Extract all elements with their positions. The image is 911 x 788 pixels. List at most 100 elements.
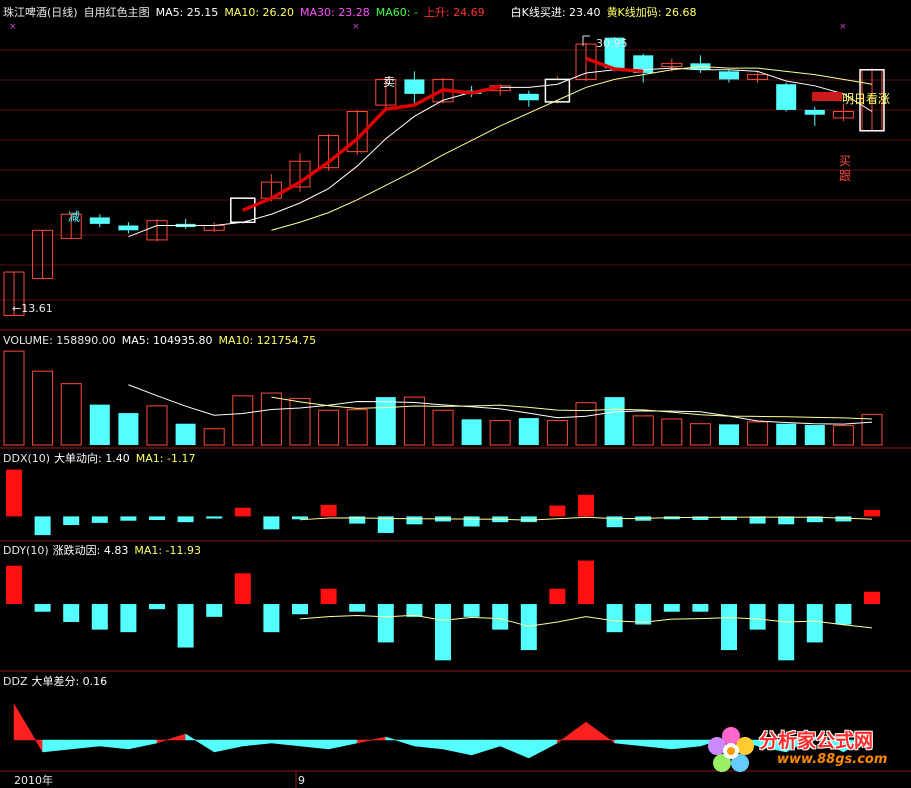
candle-body	[776, 84, 797, 110]
volume-bar	[432, 409, 454, 446]
marker-x: ×	[9, 22, 17, 32]
ddy-bar	[606, 604, 623, 633]
candle	[175, 219, 196, 229]
ddy-bar	[34, 604, 51, 612]
volume-bar	[804, 424, 825, 445]
ddx-bar	[463, 516, 480, 527]
volume-bar	[518, 418, 539, 445]
ma5-label: MA5: 25.15	[155, 6, 219, 19]
ddx-bar	[34, 516, 51, 536]
rise-label: 上升: 24.69	[423, 6, 485, 19]
candle	[776, 82, 797, 112]
ma30-label: MA30: 23.28	[300, 6, 370, 19]
ddz-area	[528, 739, 558, 759]
ddz-area	[385, 736, 415, 747]
ddx-bar	[177, 516, 194, 523]
ddy-bar	[463, 604, 480, 617]
volume-bar	[689, 423, 711, 446]
ddx-bar	[520, 516, 537, 523]
ddy-bar	[292, 604, 308, 615]
ddy-bar	[806, 604, 823, 643]
volume-bar	[3, 350, 25, 446]
ddy-ma-label: MA1: -11.93	[134, 544, 202, 557]
volume-bar	[375, 397, 396, 445]
volume-ma10-label: MA10: 121754.75	[218, 334, 317, 347]
ddx-bar	[263, 516, 280, 530]
ddz-area	[128, 739, 158, 750]
volume-bar	[203, 428, 225, 446]
volume-bar	[89, 404, 110, 445]
year-label: 2010年	[14, 773, 53, 787]
ddy-bar	[263, 604, 280, 633]
watermark-title: 分析家公式网	[759, 730, 874, 752]
marker-x: ×	[839, 22, 847, 32]
candle-body	[804, 109, 825, 115]
candle-body	[518, 93, 539, 101]
ddy-name: 涨跌动因: 4.83	[52, 544, 129, 557]
rise-line	[242, 84, 501, 212]
ddz-area	[271, 739, 301, 747]
ddz-area	[299, 739, 329, 750]
ddx-bar	[6, 469, 22, 517]
month-label: 9	[298, 774, 305, 787]
ddz-label: DDZ	[3, 675, 28, 688]
candle	[690, 55, 711, 73]
ddx-bar	[120, 516, 137, 521]
ddz-area	[642, 739, 673, 750]
volume-bar	[776, 423, 797, 445]
ma60-label: MA60: -	[375, 6, 418, 19]
ddz-area	[356, 736, 387, 744]
volume-bar	[489, 420, 511, 446]
indicator-name: 自用红色主图	[83, 6, 150, 19]
ddx-bar	[206, 516, 223, 519]
ddy-bar	[120, 604, 137, 633]
ddx-bar	[292, 516, 308, 520]
candle-body	[404, 79, 425, 94]
ddx-label: DDX(10)	[3, 452, 51, 465]
ddy-bar	[91, 604, 108, 630]
ddz-area	[557, 721, 587, 744]
volume-ma10-line	[271, 396, 873, 420]
candle	[203, 222, 225, 232]
ddx-bar	[549, 505, 566, 517]
ddy-bar	[549, 588, 566, 605]
candle	[633, 53, 654, 83]
volume-ma5-label: MA5: 104935.80	[121, 334, 213, 347]
ddy-bar	[6, 565, 22, 605]
volume-bar	[546, 420, 568, 446]
ddz-area	[213, 739, 244, 753]
ddy-bar	[663, 604, 680, 612]
ddy-header: DDY(10) 涨跌动因: 4.83 MA1: -11.93	[3, 544, 207, 557]
candle	[146, 219, 168, 242]
ddy-bar	[377, 604, 394, 643]
follow-label: 跟	[839, 169, 851, 183]
buy-label: 买	[839, 154, 851, 168]
volume-bar	[719, 424, 739, 445]
candle	[118, 222, 139, 234]
ddy-bar	[206, 604, 223, 617]
volume-bar	[832, 425, 854, 446]
volume-ma5-line	[128, 384, 873, 425]
volume-bar	[32, 370, 54, 446]
ddy-bar	[778, 604, 795, 661]
ddz-area	[414, 739, 444, 750]
ddz-area	[328, 739, 358, 750]
ddy-bar	[149, 604, 165, 610]
ddx-header: DDX(10) 大单动向: 1.40 MA1: -1.17	[3, 452, 201, 465]
ddz-area	[499, 739, 530, 759]
ddx-bar	[149, 516, 165, 520]
volume-bar	[461, 419, 482, 445]
candle-body	[719, 71, 739, 80]
ddz-area	[99, 739, 129, 750]
ddy-bar	[177, 604, 194, 648]
ddz-area	[42, 739, 72, 753]
ddz-area	[671, 739, 701, 750]
ddx-bar	[406, 516, 423, 525]
candle	[32, 229, 54, 279]
flower-logo-icon	[708, 727, 754, 772]
ddy-bar	[63, 604, 80, 622]
ddz-name: 大单差分: 0.16	[31, 675, 108, 688]
yellow-k-label: 黄K线加码: 26.68	[606, 6, 697, 19]
volume-bar	[175, 423, 196, 445]
candle	[89, 214, 110, 228]
